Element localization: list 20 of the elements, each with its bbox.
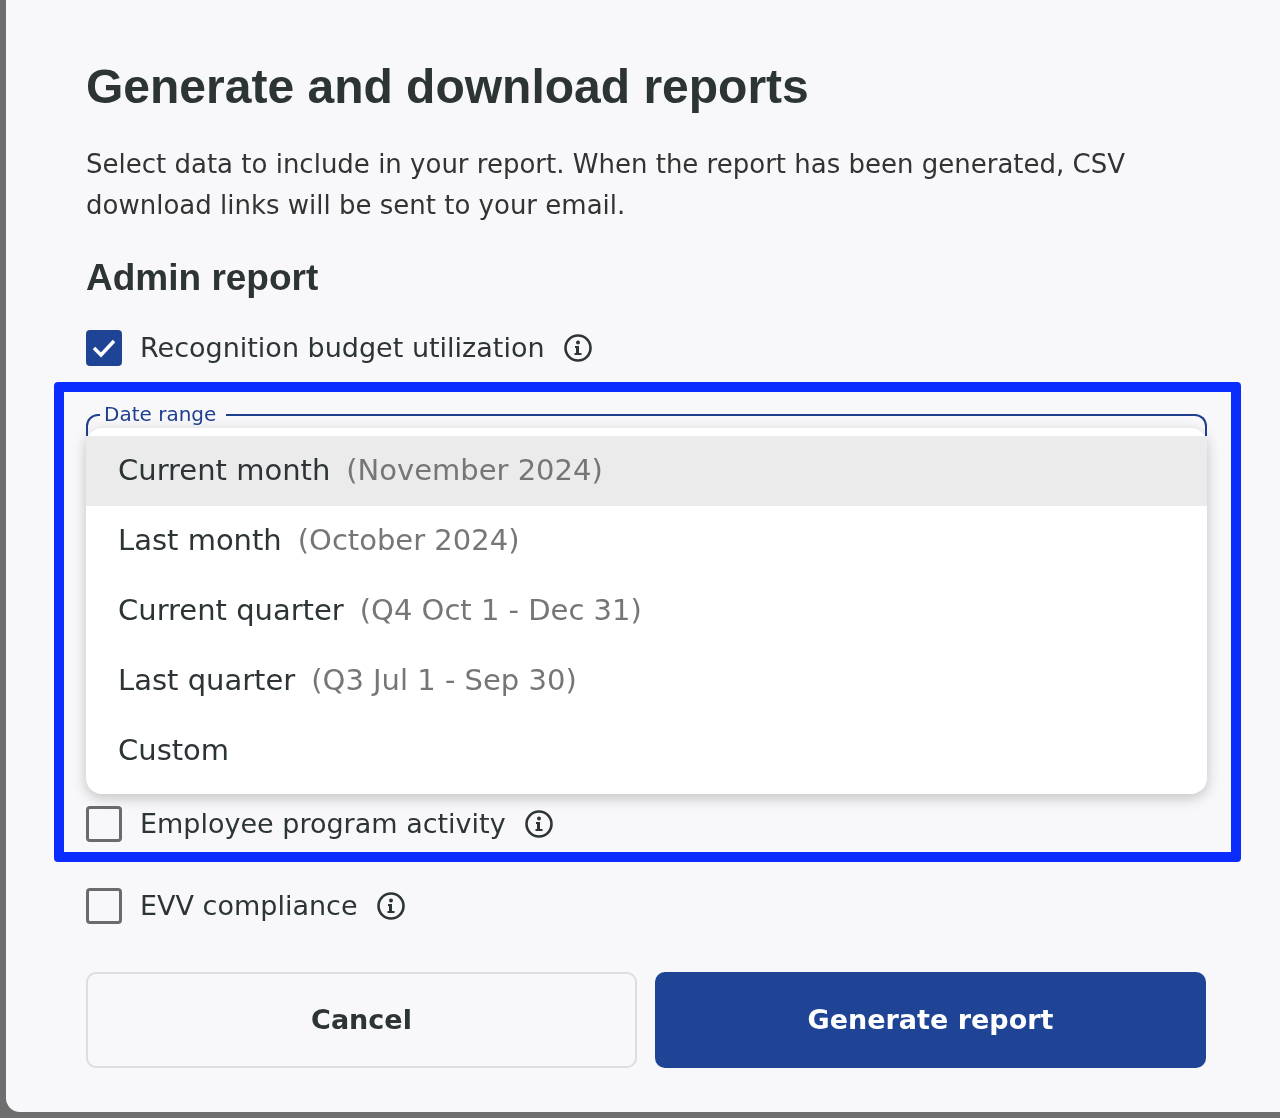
checkbox[interactable] [86,888,122,924]
generate-button[interactable]: Generate report [655,972,1206,1068]
description-text: Select data to include in your report. When the report has been generated, CSV download links will be sent to your email. [86,147,1127,222]
checkbox-label: Employee program activity [140,806,506,841]
checkmark-icon [92,338,116,358]
info-icon[interactable] [562,333,593,363]
checkbox-label: EVV compliance [140,888,358,923]
info-icon[interactable] [523,809,554,839]
menu-item[interactable]: Current quarter (Q4 Oct 1 - Dec 31) [86,576,1207,646]
section-heading: Admin report [86,255,320,300]
info-icon[interactable] [375,891,406,921]
dialog-title: Generate and download reports [86,59,810,115]
cancel-button[interactable]: Cancel [86,972,637,1068]
menu-item[interactable]: Last quarter (Q3 Jul 1 - Sep 30) [86,646,1207,716]
checkbox[interactable] [86,330,122,366]
checkbox-label: Recognition budget utilization [140,330,545,365]
checkbox[interactable] [86,806,122,842]
menu-item[interactable]: Last month (October 2024) [86,506,1207,576]
menu-item[interactable]: Custom [86,716,1207,786]
menu-item[interactable]: Current month (November 2024) [86,436,1207,506]
